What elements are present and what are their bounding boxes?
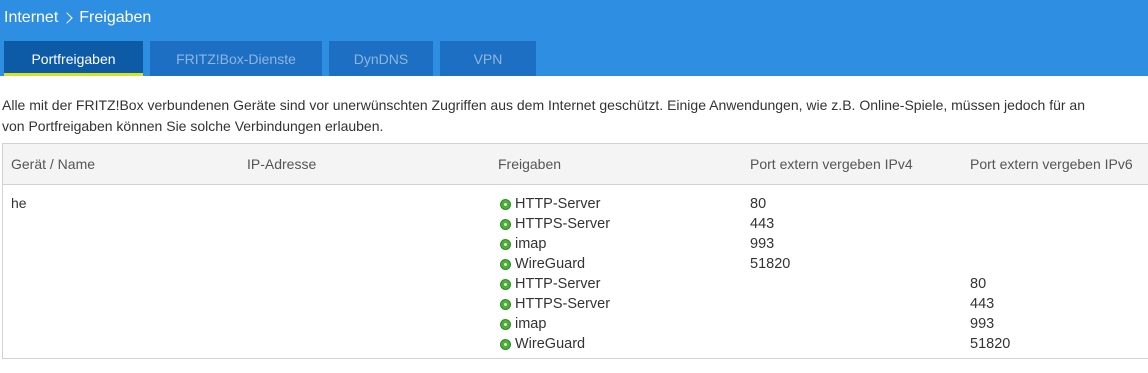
tab-portfreigaben[interactable]: Portfreigaben [4,41,143,76]
share-name: imap [515,236,547,252]
port-ipv6: 80 [970,276,987,292]
intro-line-2: von Portfreigaben können Sie solche Verb… [2,118,384,134]
tab-dyndns[interactable]: DynDNS [329,41,433,76]
intro-line-1: Alle mit der FRITZ!Box verbundenen Gerät… [2,97,1085,113]
share-name: HTTP-Server [515,276,601,292]
page-header: Internet Freigaben Portfreigaben FRITZ!B… [0,0,1148,76]
intro-text: Alle mit der FRITZ!Box verbundenen Gerät… [2,95,1148,137]
tab-bar: Portfreigaben FRITZ!Box-Dienste DynDNS V… [4,41,543,76]
share-name: HTTP-Server [515,196,601,212]
table-header: Gerät / Name IP-Adresse Freigaben Port e… [3,144,1148,185]
table-row[interactable]: HTTP-Server 80 [3,195,1148,215]
breadcrumb: Internet Freigaben [4,8,151,28]
breadcrumb-freigaben: Freigaben [79,9,152,26]
port-ipv6: 51820 [970,336,1011,352]
header-shares[interactable]: Freigaben [498,156,561,172]
table-row[interactable]: WireGuard 51820 [3,255,1148,275]
table-row[interactable]: HTTPS-Server 443 [3,215,1148,235]
status-active-icon [500,298,511,310]
tab-vpn[interactable]: VPN [440,41,536,76]
share-name: WireGuard [515,256,586,272]
port-ipv4: 51820 [750,256,791,272]
header-device-name[interactable]: Gerät / Name [11,156,95,172]
table-row[interactable]: HTTP-Server 80 [3,275,1148,295]
port-ipv4: 993 [750,236,775,252]
status-active-icon [500,338,511,350]
tab-fritzbox-dienste[interactable]: FRITZ!Box-Dienste [150,41,322,76]
port-ipv4: 80 [750,196,767,212]
table-row[interactable]: HTTPS-Server 443 [3,295,1148,315]
chevron-right-icon [61,12,73,24]
table-row[interactable]: WireGuard 51820 [3,335,1148,355]
port-ipv4: 443 [750,216,775,232]
status-active-icon [500,238,511,250]
share-name: HTTPS-Server [515,296,611,312]
share-name: HTTPS-Server [515,216,611,232]
port-ipv6: 443 [970,296,995,312]
header-port-ipv4[interactable]: Port extern vergeben IPv4 [750,156,913,172]
port-forwarding-table: Gerät / Name IP-Adresse Freigaben Port e… [2,143,1148,359]
breadcrumb-internet[interactable]: Internet [4,9,58,27]
status-active-icon [500,198,511,210]
status-active-icon [500,318,511,330]
status-active-icon [500,258,511,270]
header-ip-address[interactable]: IP-Adresse [247,156,316,172]
header-port-ipv6[interactable]: Port extern vergeben IPv6 [970,156,1133,172]
status-active-icon [500,218,511,230]
status-active-icon [500,278,511,290]
share-name: WireGuard [515,336,586,352]
table-row[interactable]: imap 993 [3,235,1148,255]
table-row[interactable]: imap 993 [3,315,1148,335]
share-name: imap [515,316,547,332]
port-ipv6: 993 [970,316,995,332]
